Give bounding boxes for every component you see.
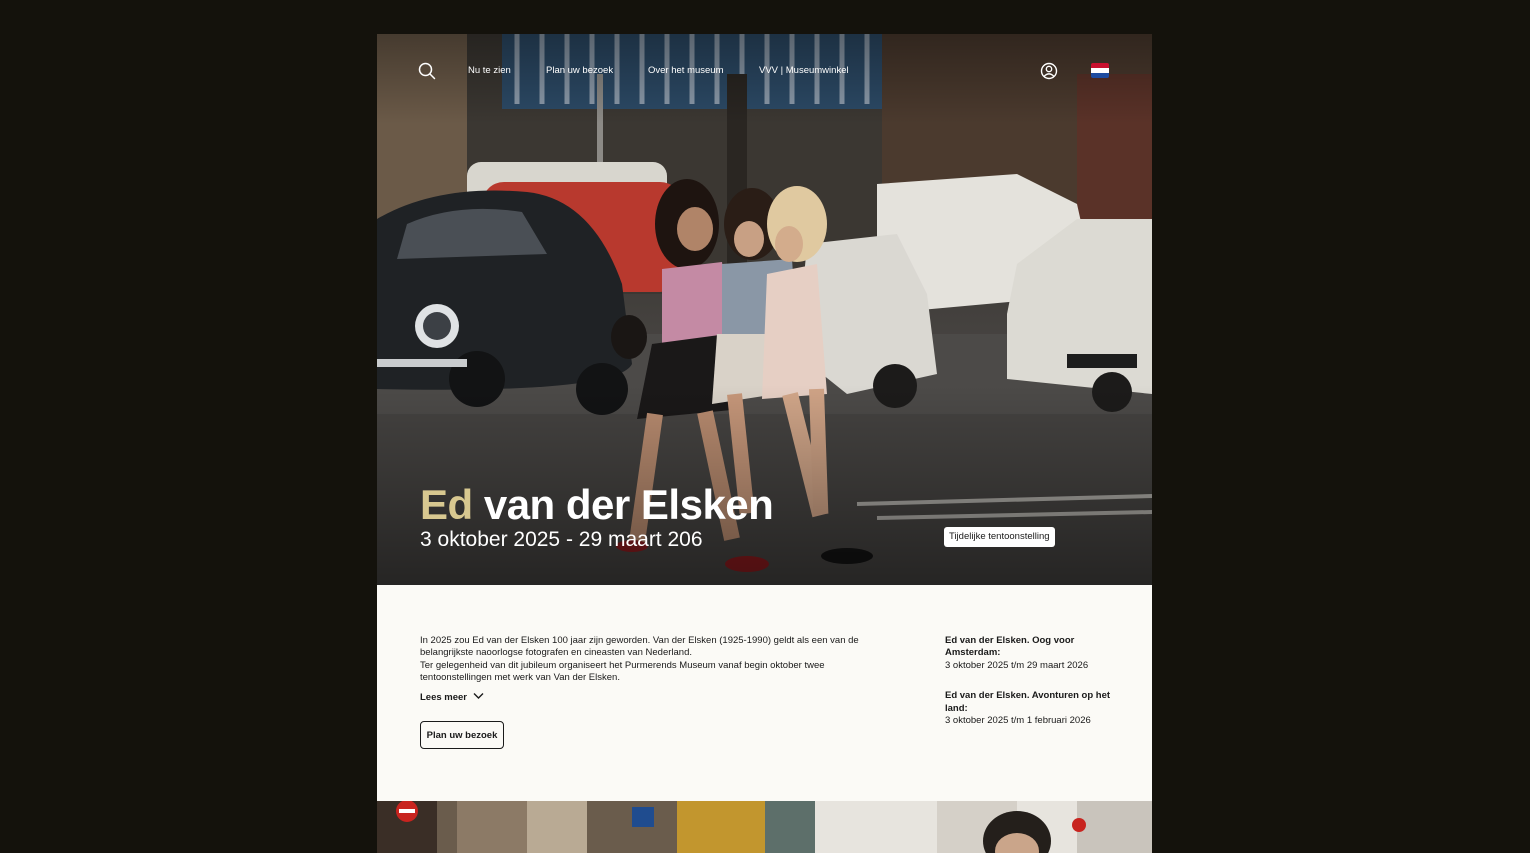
exhibition-item: Ed van der Elsken. Oog voor Amsterdam: 3… bbox=[945, 635, 1115, 672]
intro-section: In 2025 zou Ed van der Elsken 100 jaar z… bbox=[377, 585, 1152, 801]
hero-banner: Nu te zien Plan uw bezoek Over het museu… bbox=[377, 34, 1152, 585]
exhibition-dates: 3 oktober 2025 - 29 maart 206 bbox=[420, 528, 703, 551]
nav-link-nu-te-zien[interactable]: Nu te zien bbox=[468, 65, 511, 76]
top-navigation: Nu te zien Plan uw bezoek Over het museu… bbox=[377, 34, 1152, 108]
intro-text: In 2025 zou Ed van der Elsken 100 jaar z… bbox=[420, 635, 870, 685]
exhibition-item-title: Ed van der Elsken. Oog voor Amsterdam: bbox=[945, 635, 1075, 659]
search-icon[interactable] bbox=[418, 62, 436, 80]
exhibition-item-title: Ed van der Elsken. Avonturen op het land… bbox=[945, 690, 1111, 714]
chevron-down-icon bbox=[473, 692, 484, 703]
page: Nu te zien Plan uw bezoek Over het museu… bbox=[377, 34, 1152, 853]
nav-link-vvv-museumwinkel[interactable]: VVV | Museumwinkel bbox=[759, 65, 849, 76]
exhibition-type-badge: Tijdelijke tentoonstelling bbox=[944, 527, 1055, 547]
user-icon[interactable] bbox=[1040, 62, 1058, 80]
exhibition-item-dates: 3 oktober 2025 t/m 29 maart 2026 bbox=[945, 659, 1089, 671]
nav-link-over-het-museum[interactable]: Over het museum bbox=[648, 65, 724, 76]
nav-link-plan-uw-bezoek[interactable]: Plan uw bezoek bbox=[546, 65, 613, 76]
flag-nl-icon[interactable] bbox=[1091, 63, 1109, 78]
gallery-strip bbox=[377, 801, 1152, 853]
plan-visit-button[interactable]: Plan uw bezoek bbox=[420, 721, 504, 749]
intro-paragraph-2: Ter gelegenheid van dit jubileum organis… bbox=[420, 659, 825, 684]
exhibition-title: Ed van der Elsken bbox=[420, 481, 774, 529]
read-more-label: Lees meer bbox=[420, 692, 468, 704]
exhibition-title-rest: van der Elsken bbox=[472, 481, 774, 528]
exhibition-list: Ed van der Elsken. Oog voor Amsterdam: 3… bbox=[945, 635, 1115, 745]
exhibition-item-dates: 3 oktober 2025 t/m 1 februari 2026 bbox=[945, 715, 1091, 727]
gallery-photos bbox=[377, 801, 1152, 853]
intro-paragraph-1: In 2025 zou Ed van der Elsken 100 jaar z… bbox=[420, 635, 859, 659]
exhibition-title-accent: Ed bbox=[420, 481, 473, 528]
exhibition-item: Ed van der Elsken. Avonturen op het land… bbox=[945, 690, 1115, 727]
read-more-toggle[interactable]: Lees meer bbox=[420, 692, 484, 703]
